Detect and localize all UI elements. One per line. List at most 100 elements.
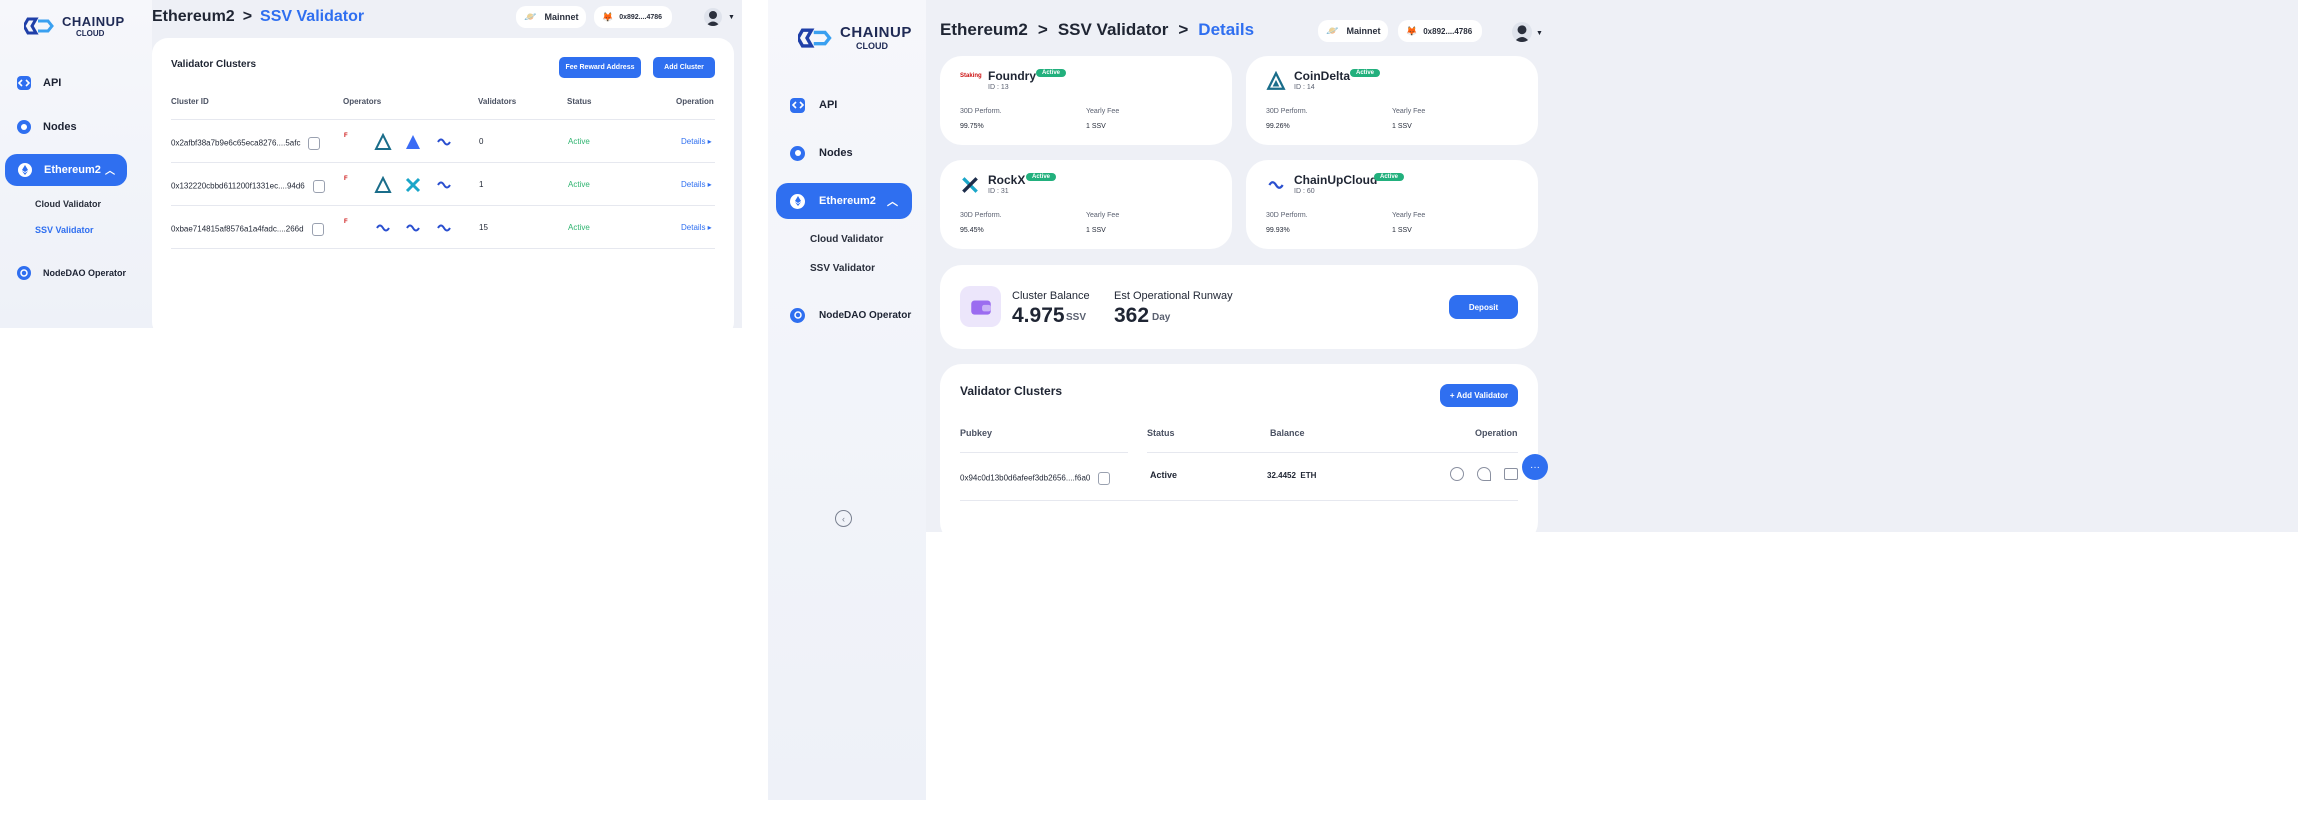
row-divider bbox=[171, 205, 715, 206]
coindelta-icon bbox=[374, 132, 392, 151]
status-badge: Active bbox=[1374, 173, 1405, 181]
monitor-icon[interactable] bbox=[1504, 468, 1518, 480]
avatar[interactable] bbox=[1512, 22, 1532, 42]
copy-icon[interactable] bbox=[312, 180, 325, 193]
fee-value: 1 SSV bbox=[1392, 123, 1412, 130]
collapse-sidebar-button[interactable]: ‹ bbox=[835, 510, 852, 527]
header-cluster-id: Cluster ID bbox=[171, 97, 209, 106]
row-divider bbox=[171, 248, 715, 249]
caret-down-icon[interactable]: ▼ bbox=[728, 14, 735, 21]
chainup-icon bbox=[435, 219, 453, 237]
table-divider bbox=[1147, 452, 1518, 453]
table-divider bbox=[960, 452, 1128, 453]
fee-reward-address-button[interactable]: Fee Reward Address bbox=[559, 57, 641, 78]
chat-support-button[interactable]: ··· bbox=[1522, 454, 1548, 480]
sidebar-item-api[interactable]: API bbox=[790, 94, 910, 116]
perf-value: 99.26% bbox=[1266, 123, 1290, 130]
ethereum-icon bbox=[18, 163, 32, 177]
runway-unit: Day bbox=[1152, 312, 1171, 323]
sidebar-subitem-cloud-validator[interactable]: Cloud Validator bbox=[810, 234, 883, 245]
header-operation: Operation bbox=[1475, 428, 1518, 438]
status-badge: Active bbox=[1350, 69, 1381, 77]
avatar[interactable] bbox=[704, 8, 722, 26]
wallet-button[interactable]: 🦊 0x892....4786 bbox=[594, 6, 672, 28]
details-link[interactable]: Details ▸ bbox=[681, 223, 712, 232]
sidebar-subitem-ssv-validator[interactable]: SSV Validator bbox=[810, 263, 875, 274]
header-status: Status bbox=[1147, 428, 1175, 438]
perf-label: 30D Perform. bbox=[1266, 212, 1308, 219]
search-icon[interactable] bbox=[1450, 467, 1464, 481]
details-link[interactable]: Details ▸ bbox=[681, 180, 712, 189]
foundry-logo: Staking bbox=[960, 73, 982, 79]
cluster-balance-unit: SSV bbox=[1066, 312, 1087, 323]
add-validator-button[interactable]: + Add Validator bbox=[1440, 384, 1518, 407]
network-selector[interactable]: 🪐 Mainnet bbox=[516, 6, 586, 28]
planet-icon: 🪐 bbox=[1326, 25, 1339, 37]
header-balance: Balance bbox=[1270, 428, 1305, 438]
breadcrumb-mid[interactable]: SSV Validator bbox=[1058, 20, 1169, 40]
clusters-card: Validator Clusters Fee Reward Address Ad… bbox=[152, 38, 734, 338]
chevron-up-icon[interactable]: ︿ bbox=[887, 193, 898, 209]
operator-card-foundry: Staking Foundry Active ID : 13 30D Perfo… bbox=[940, 56, 1232, 145]
fee-value: 1 SSV bbox=[1392, 227, 1412, 234]
left-main: Ethereum2 > SSV Validator 🪐 Mainnet 🦊 0x… bbox=[152, 0, 742, 338]
left-sidebar: CHAINUP CLOUD API Nodes Ethereum2 ︿ Clou… bbox=[0, 0, 152, 328]
sidebar-item-nodes[interactable]: Nodes bbox=[790, 142, 910, 164]
brand-name: CHAINUP bbox=[62, 14, 125, 29]
brand-logo[interactable]: CHAINUP CLOUD bbox=[798, 24, 912, 51]
perf-value: 99.93% bbox=[1266, 227, 1290, 234]
validator-clusters-card: Validator Clusters + Add Validator Pubke… bbox=[940, 364, 1538, 544]
breadcrumb-current: Details bbox=[1198, 20, 1255, 39]
details-link[interactable]: Details ▸ bbox=[681, 137, 712, 146]
sidebar-item-nodedao[interactable]: NodeDAO Operator bbox=[17, 262, 147, 284]
breadcrumb-separator: > bbox=[242, 8, 253, 25]
header-pubkey: Pubkey bbox=[960, 428, 993, 438]
cluster-id: 0x132220cbbd611200f1331ec....94d6 bbox=[171, 180, 325, 193]
operator-name: CoinDelta bbox=[1294, 69, 1351, 83]
status-label: Active bbox=[1150, 470, 1178, 480]
sidebar-item-nodes[interactable]: Nodes bbox=[17, 116, 137, 138]
copy-icon[interactable] bbox=[1098, 472, 1111, 485]
sidebar-item-nodedao[interactable]: NodeDAO Operator bbox=[790, 304, 926, 326]
brand-logo[interactable]: CHAINUP CLOUD bbox=[24, 14, 125, 38]
row-divider bbox=[171, 162, 715, 163]
operator-id: ID : 13 bbox=[988, 84, 1009, 91]
sidebar-item-label: Ethereum2 bbox=[819, 195, 876, 207]
copy-icon[interactable] bbox=[311, 223, 324, 236]
wallet-button[interactable]: 🦊 0x892....4786 bbox=[1398, 20, 1482, 42]
fee-label: Yearly Fee bbox=[1086, 108, 1120, 115]
operator-triangle-icon bbox=[404, 133, 422, 151]
sidebar-subitem-cloud-validator[interactable]: Cloud Validator bbox=[35, 199, 101, 209]
chainup-icon bbox=[435, 176, 453, 194]
add-cluster-button[interactable]: Add Cluster bbox=[653, 57, 715, 78]
table-row: 0x94c0d13b0d6afeef3db2656....f6a0 Active… bbox=[960, 466, 1518, 486]
nodes-icon bbox=[17, 120, 31, 134]
status-badge: Active bbox=[1036, 69, 1067, 77]
signal-icon[interactable] bbox=[1477, 467, 1491, 481]
nodes-icon bbox=[790, 145, 805, 161]
breadcrumb-root[interactable]: Ethereum2 bbox=[152, 8, 235, 26]
breadcrumb-separator: > bbox=[1037, 20, 1048, 39]
sidebar-item-api[interactable]: API bbox=[17, 72, 137, 94]
metamask-icon: 🦊 bbox=[1406, 25, 1418, 36]
chevron-up-icon[interactable]: ︿ bbox=[105, 162, 115, 177]
sidebar-subitem-ssv-validator[interactable]: SSV Validator bbox=[35, 225, 94, 235]
brand-name: CHAINUP bbox=[840, 24, 912, 41]
breadcrumb-root[interactable]: Ethereum2 bbox=[940, 20, 1028, 40]
operator-icons: F bbox=[344, 175, 463, 194]
sidebar-item-ethereum2[interactable]: Ethereum2 ︿ bbox=[776, 183, 912, 219]
sidebar-item-label: Nodes bbox=[43, 121, 77, 133]
rockx-icon bbox=[404, 176, 422, 194]
foundry-icon: F bbox=[344, 133, 348, 139]
deposit-button[interactable]: Deposit bbox=[1449, 295, 1518, 319]
header-operators: Operators bbox=[343, 97, 382, 106]
copy-icon[interactable] bbox=[308, 137, 321, 150]
operator-card-coindelta: CoinDelta Active ID : 14 30D Perform. 99… bbox=[1246, 56, 1538, 145]
network-selector[interactable]: 🪐 Mainnet bbox=[1318, 20, 1388, 42]
caret-down-icon[interactable]: ▼ bbox=[1536, 30, 1543, 37]
perf-value: 95.45% bbox=[960, 227, 984, 234]
breadcrumb: Ethereum2 > SSV Validator bbox=[152, 8, 364, 26]
cluster-balance-value: 4.975 bbox=[1012, 304, 1065, 327]
sidebar-item-ethereum2[interactable]: Ethereum2 ︿ bbox=[5, 154, 127, 186]
operator-name: ChainUpCloud bbox=[1294, 173, 1378, 187]
